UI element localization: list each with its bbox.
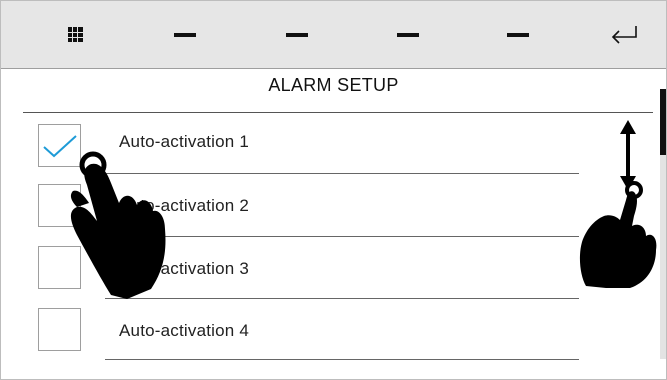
back-button[interactable] [606, 1, 642, 68]
alarm-item-label: Auto-activation 4 [119, 321, 250, 340]
toolbar-slot-4[interactable] [504, 1, 532, 68]
row-divider [105, 359, 579, 360]
dash-icon [397, 32, 419, 37]
grid-icon [67, 27, 83, 42]
alarm-item-4[interactable]: Auto-activation 4 [1, 299, 661, 361]
checkbox-unchecked[interactable] [38, 308, 81, 351]
top-toolbar [1, 1, 666, 69]
dash-icon [174, 32, 196, 37]
hand-swipe-vertical-icon [579, 120, 657, 288]
hand-tap-icon [70, 151, 166, 299]
toolbar-slot-1[interactable] [171, 1, 199, 68]
dash-icon [286, 32, 308, 37]
screen: ALARM SETUP Auto-activation 1 Auto-activ… [0, 0, 667, 380]
return-arrow-icon [611, 25, 637, 44]
toolbar-slot-3[interactable] [394, 1, 422, 68]
page-title: ALARM SETUP [268, 75, 399, 95]
dash-icon [507, 32, 529, 37]
grid-menu-button[interactable] [55, 1, 95, 68]
row-divider [105, 173, 579, 174]
toolbar-slot-2[interactable] [283, 1, 311, 68]
